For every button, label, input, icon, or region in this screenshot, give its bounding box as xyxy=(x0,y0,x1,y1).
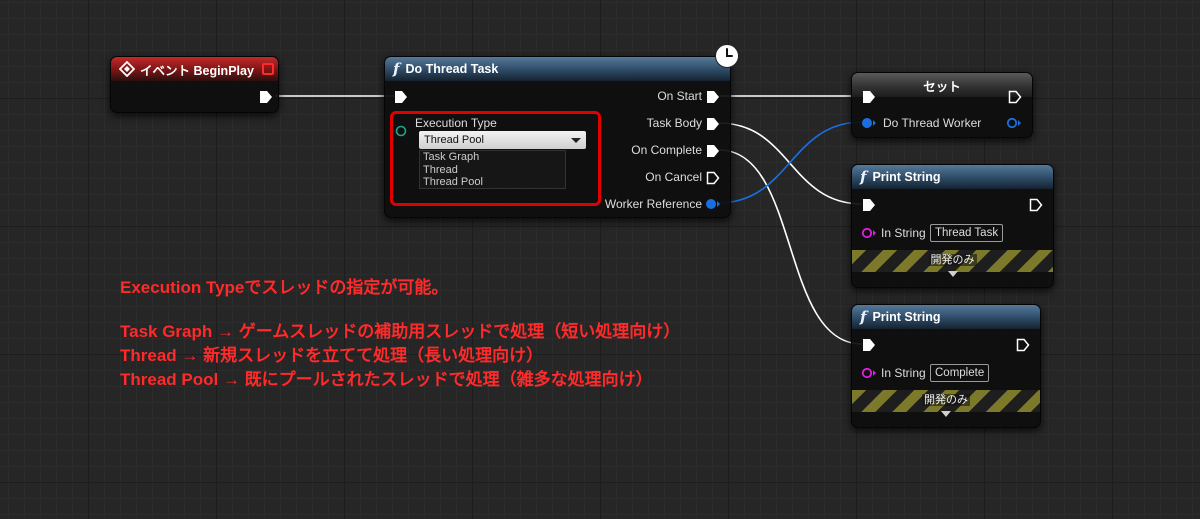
on-complete-label: On Complete xyxy=(631,143,702,157)
annotation-line-3: Thread → 新規スレッドを立てて処理（長い処理向け） xyxy=(120,346,544,365)
print2-expand-arrow-icon[interactable] xyxy=(941,411,951,417)
on-start-label: On Start xyxy=(657,89,702,103)
function-f-icon: f xyxy=(860,168,867,186)
print2-in-string-pin[interactable] xyxy=(861,367,877,379)
event-node-title: イベント BeginPlay xyxy=(140,63,254,78)
annotation-line-4: Thread Pool → 既にプールされたスレッドで処理（雑多な処理向け） xyxy=(120,370,653,389)
on-cancel-label: On Cancel xyxy=(645,170,702,184)
execution-type-highlight xyxy=(390,111,601,206)
exec-wire-taskbody-to-print1 xyxy=(718,122,863,205)
event-beginplay-node[interactable]: イベント BeginPlay xyxy=(110,56,279,113)
on-complete-pin[interactable] xyxy=(706,144,720,158)
task-node-header[interactable]: f Do Thread Task xyxy=(385,57,730,81)
on-cancel-pin[interactable] xyxy=(706,171,720,185)
set-variable-node[interactable]: セット Do Thread Worker xyxy=(851,72,1033,138)
worker-reference-pin[interactable] xyxy=(705,198,721,210)
print1-expand-arrow-icon[interactable] xyxy=(948,271,958,277)
print1-exec-input-pin[interactable] xyxy=(862,198,876,212)
print2-in-string-input[interactable]: Complete xyxy=(930,364,990,382)
print1-development-only-bar: 開発のみ xyxy=(852,250,1053,272)
print1-in-string-pin[interactable] xyxy=(861,227,877,239)
task-body-pin[interactable] xyxy=(706,117,720,131)
print-string-node-1[interactable]: f Print String In String Thread Task 開発の… xyxy=(851,164,1054,288)
set-exec-output-pin[interactable] xyxy=(1008,90,1022,104)
do-thread-worker-label: Do Thread Worker xyxy=(883,116,982,130)
exec-input-pin[interactable] xyxy=(394,90,408,104)
print1-in-string-label: In String xyxy=(881,226,926,240)
worker-reference-label: Worker Reference xyxy=(604,197,702,211)
exec-wire-oncomplete-to-print2 xyxy=(718,149,863,345)
event-node-header[interactable]: イベント BeginPlay xyxy=(111,57,278,81)
function-f-icon: f xyxy=(860,308,867,326)
do-thread-worker-input-pin[interactable] xyxy=(861,117,877,129)
print2-exec-input-pin[interactable] xyxy=(862,338,876,352)
print2-dev-only-label: 開発のみ xyxy=(922,394,970,406)
clock-icon xyxy=(715,44,739,68)
task-body-label: Task Body xyxy=(646,116,702,130)
print2-exec-output-pin[interactable] xyxy=(1016,338,1030,352)
task-node-title: Do Thread Task xyxy=(405,62,499,76)
print2-in-string-label: In String xyxy=(881,366,926,380)
print2-header[interactable]: f Print String xyxy=(852,305,1040,329)
data-wire-worker-to-set xyxy=(717,121,863,204)
print2-development-only-bar: 開発のみ xyxy=(852,390,1040,412)
set-node-header[interactable]: セット xyxy=(852,73,1032,97)
exec-output-pin[interactable] xyxy=(259,90,273,104)
print2-title: Print String xyxy=(872,310,941,324)
print1-exec-output-pin[interactable] xyxy=(1029,198,1043,212)
do-thread-worker-output-pin[interactable] xyxy=(1006,117,1022,129)
print1-title: Print String xyxy=(872,170,941,184)
annotation-line-1: Execution Typeでスレッドの指定が可能。 xyxy=(120,278,449,297)
print1-header[interactable]: f Print String xyxy=(852,165,1053,189)
annotation-line-2: Task Graph → ゲームスレッドの補助用スレッドで処理（短い処理向け） xyxy=(120,322,681,341)
function-f-icon: f xyxy=(393,60,400,78)
print1-in-string-input[interactable]: Thread Task xyxy=(930,224,1004,242)
set-node-title: セット xyxy=(923,79,961,94)
set-exec-input-pin[interactable] xyxy=(862,90,876,104)
on-start-pin[interactable] xyxy=(706,90,720,104)
event-delegate-pin[interactable] xyxy=(262,63,274,75)
event-diamond-icon xyxy=(119,61,135,77)
print1-dev-only-label: 開発のみ xyxy=(928,254,977,266)
print-string-node-2[interactable]: f Print String In String Complete 開発のみ xyxy=(851,304,1041,428)
